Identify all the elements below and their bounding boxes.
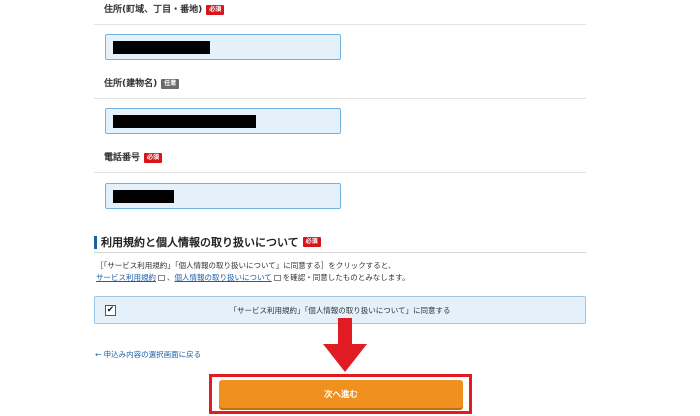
phone-input[interactable] (105, 183, 341, 209)
divider (94, 172, 586, 173)
terms-agree-label: 「サービス利用規約」「個人情報の取り扱いについて」に同意する (229, 306, 451, 315)
external-link-icon (158, 275, 165, 281)
arrow-down-icon (323, 318, 367, 372)
phone-label-text: 電話番号 (104, 153, 141, 163)
terms-description-line1: ［「サービス利用規約」「個人情報の取り扱いについて」に同意する］をクリックすると… (96, 261, 396, 270)
address-building-input[interactable] (105, 108, 341, 134)
link-separator: 、 (167, 273, 175, 282)
redacted-value (113, 115, 256, 128)
terms-description-suffix: を確認・同意したものとみなします。 (282, 273, 410, 282)
address-building-label: 住所(建物名) 任意 (104, 78, 180, 90)
address-street-input[interactable] (105, 34, 341, 60)
required-badge: 必須 (206, 5, 225, 15)
required-badge: 必須 (302, 237, 321, 247)
section-accent-bar (94, 235, 97, 249)
address-building-label-text: 住所(建物名) (104, 79, 158, 89)
service-terms-link[interactable]: サービス利用規約 (96, 273, 156, 282)
external-link-icon (273, 275, 281, 281)
terms-description-line2: サービス利用規約 、個人情報の取り扱いについて を確認・同意したものとみなします。 (96, 273, 410, 283)
terms-section-title: 利用規約と個人情報の取り扱いについて 必須 (94, 235, 321, 249)
section-rule (94, 252, 586, 253)
divider (94, 24, 586, 25)
terms-title-text: 利用規約と個人情報の取り扱いについて (101, 236, 299, 249)
redacted-value (113, 41, 210, 54)
phone-label: 電話番号 必須 (104, 152, 163, 164)
required-badge: 必須 (144, 153, 163, 163)
divider (94, 98, 586, 99)
address-street-label-text: 住所(町域、丁目・番地) (104, 5, 203, 15)
address-street-label: 住所(町域、丁目・番地) 必須 (104, 4, 225, 16)
back-to-selection-link[interactable]: ← 申込み内容の選択画面に戻る (95, 349, 201, 360)
privacy-policy-link[interactable]: 個人情報の取り扱いについて (175, 273, 272, 282)
next-button[interactable]: 次へ進む (219, 380, 463, 408)
optional-badge: 任意 (161, 79, 180, 89)
redacted-value (113, 190, 174, 203)
